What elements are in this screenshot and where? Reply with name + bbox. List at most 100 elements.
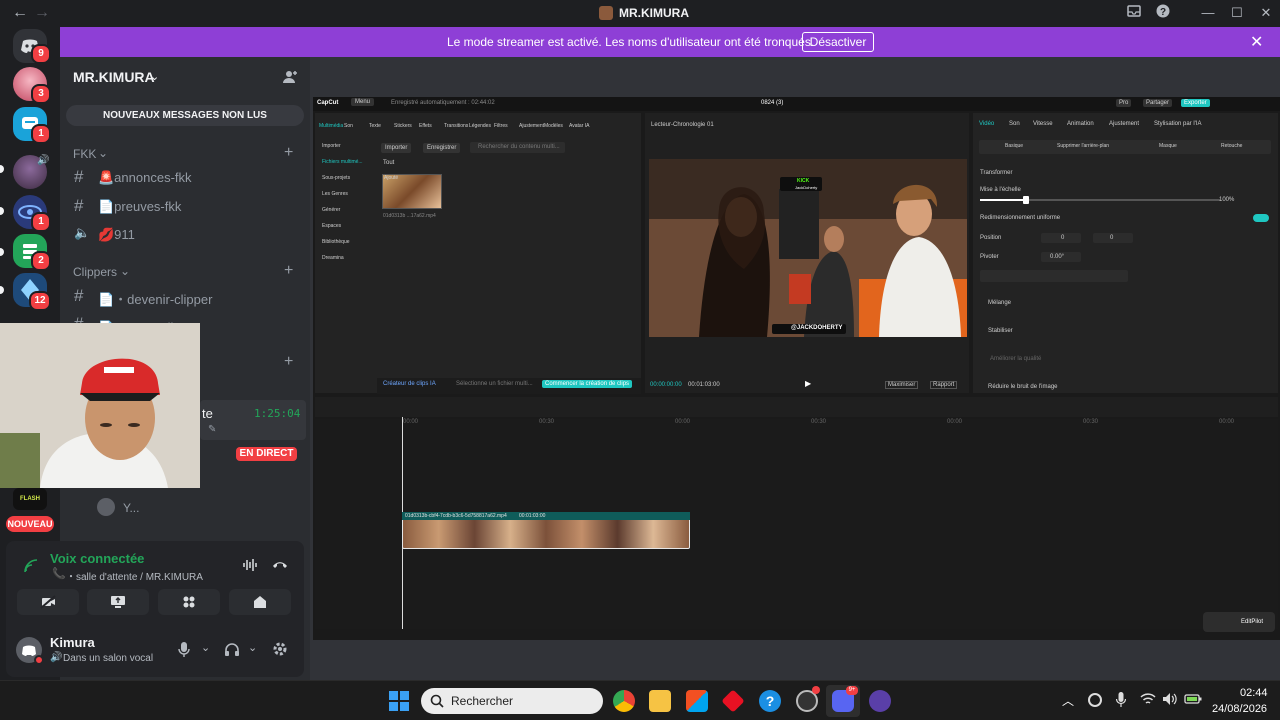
chevron-down-icon[interactable]: ⌄ bbox=[150, 70, 159, 83]
media-sidebar-item[interactable]: Générer bbox=[322, 207, 340, 213]
forward-button[interactable]: → bbox=[34, 4, 50, 22]
tool-tab[interactable]: Stickers bbox=[394, 123, 412, 129]
import-button[interactable]: Importer bbox=[381, 143, 412, 153]
help-app-icon[interactable]: ? bbox=[759, 690, 781, 712]
start-clips-button[interactable]: Commencer la création de clips bbox=[542, 380, 633, 388]
voice-channel-path[interactable]: ・salle d'attente / MR.KIMURA bbox=[66, 568, 203, 583]
tool-tab[interactable]: Modèles bbox=[544, 123, 563, 129]
pro-badge[interactable]: Pro bbox=[1116, 99, 1132, 107]
scale-slider-handle[interactable] bbox=[1023, 196, 1029, 204]
uniform-scale-toggle[interactable] bbox=[1253, 214, 1269, 222]
app-icon-red[interactable] bbox=[721, 689, 745, 713]
property-subtab[interactable]: Basique bbox=[1005, 143, 1023, 149]
property-subtab[interactable]: Masque bbox=[1159, 143, 1177, 149]
voice-participant[interactable]: Y... bbox=[123, 501, 139, 515]
microphone-icon[interactable] bbox=[178, 642, 190, 663]
property-subtab[interactable]: Retouche bbox=[1221, 143, 1242, 149]
maximize-button[interactable]: ☐ bbox=[1227, 4, 1247, 22]
add-channel-icon[interactable]: + bbox=[284, 353, 293, 371]
battery-icon[interactable] bbox=[1184, 692, 1202, 711]
close-window-button[interactable]: ✕ bbox=[1256, 4, 1276, 22]
add-channel-icon[interactable]: + bbox=[284, 262, 293, 280]
all-filter[interactable]: Tout bbox=[383, 160, 394, 166]
media-sidebar-item[interactable]: Les Genres bbox=[322, 191, 348, 197]
disable-streamer-button[interactable]: Désactiver bbox=[802, 32, 874, 52]
server-icon-small[interactable]: FLASH bbox=[13, 488, 47, 510]
screen-share-button[interactable] bbox=[87, 589, 149, 615]
activities-button[interactable] bbox=[158, 589, 220, 615]
volume-icon[interactable] bbox=[1162, 692, 1178, 711]
wifi-icon[interactable] bbox=[1140, 692, 1156, 711]
media-sidebar-item[interactable]: Importer bbox=[322, 143, 341, 149]
export-button[interactable]: Exporter bbox=[1181, 99, 1210, 107]
property-tab[interactable]: Animation bbox=[1067, 121, 1094, 127]
headphones-icon[interactable] bbox=[224, 642, 240, 661]
record-button[interactable]: Enregistrer bbox=[423, 143, 461, 153]
category-fkk[interactable]: FKK bbox=[73, 147, 96, 161]
minimize-button[interactable]: — bbox=[1198, 4, 1218, 22]
editpilot-button[interactable] bbox=[1203, 612, 1275, 632]
inbox-icon[interactable] bbox=[1124, 4, 1144, 22]
server-name[interactable]: MR.KIMURA bbox=[73, 69, 155, 85]
property-tab[interactable]: Vitesse bbox=[1033, 121, 1053, 127]
category-clippers[interactable]: Clippers bbox=[73, 265, 117, 279]
property-subtab[interactable]: Supprimer l'arrière-plan bbox=[1057, 143, 1109, 149]
back-button[interactable]: ← bbox=[12, 4, 28, 22]
property-tab[interactable]: Vidéo bbox=[979, 121, 994, 127]
align-buttons[interactable] bbox=[980, 270, 1128, 282]
username[interactable]: Kimura bbox=[50, 635, 95, 650]
chevron-down-icon[interactable]: ⌄ bbox=[201, 641, 210, 654]
share-button[interactable]: Partager bbox=[1143, 99, 1173, 107]
microphone-icon[interactable] bbox=[1115, 692, 1127, 713]
clip-creator-label[interactable]: Créateur de clips IA bbox=[383, 381, 436, 387]
tool-tab[interactable]: Multimédia bbox=[319, 123, 343, 129]
clock-date[interactable]: 24/08/2026 bbox=[1212, 703, 1267, 715]
clip-select-input[interactable]: Sélectionne un fichier multi... bbox=[456, 381, 533, 387]
add-channel-icon[interactable]: + bbox=[284, 144, 293, 162]
soundboard-button[interactable] bbox=[229, 589, 291, 615]
property-tab[interactable]: Son bbox=[1009, 121, 1020, 127]
tool-tab[interactable]: Légendes bbox=[469, 123, 491, 129]
voice-status[interactable]: Voix connectée bbox=[50, 551, 144, 566]
chevron-up-icon[interactable]: ︿ bbox=[1062, 692, 1074, 709]
property-tab[interactable]: Ajustement bbox=[1109, 121, 1139, 127]
tool-tab[interactable]: Texte bbox=[369, 123, 381, 129]
stabilize-label[interactable]: Stabiliser bbox=[988, 328, 1013, 334]
channel-devenir-clipper[interactable]: 📄・devenir-clipper bbox=[98, 289, 212, 308]
menu-button[interactable]: Menu bbox=[351, 98, 375, 106]
channel-preuves-fkk[interactable]: 📄preuves-fkk bbox=[98, 199, 181, 215]
tool-tab[interactable]: Effets bbox=[419, 123, 432, 129]
hidden-icons-icon[interactable] bbox=[1088, 693, 1102, 707]
noise-label[interactable]: Réduire le bruit de l'image bbox=[988, 384, 1058, 390]
chevron-down-icon[interactable]: ⌄ bbox=[248, 641, 257, 654]
new-messages-button[interactable]: NOUVEAUX MESSAGES NON LUS bbox=[66, 105, 304, 126]
media-sidebar-item[interactable]: Fichiers multimé... bbox=[322, 159, 363, 165]
close-icon[interactable]: ✕ bbox=[1250, 32, 1263, 52]
blend-label[interactable]: Mélange bbox=[988, 300, 1011, 306]
tool-tab[interactable]: Son bbox=[344, 123, 353, 129]
ratio-button[interactable]: Rapport bbox=[930, 381, 958, 389]
media-sidebar-item[interactable]: Bibliothèque bbox=[322, 239, 350, 245]
media-sidebar-item[interactable]: Dreamina bbox=[322, 255, 344, 261]
media-sidebar-item[interactable]: Sous-projets bbox=[322, 175, 350, 181]
store-icon[interactable] bbox=[686, 690, 708, 712]
scale-value[interactable]: 100% bbox=[1219, 197, 1234, 203]
maximize-button[interactable]: Maximiser bbox=[885, 381, 919, 389]
media-sidebar-item[interactable]: Espaces bbox=[322, 223, 341, 229]
tool-tab[interactable]: Filtres bbox=[494, 123, 508, 129]
file-explorer-icon[interactable] bbox=[649, 690, 671, 712]
tool-tab[interactable]: Transitions bbox=[444, 123, 468, 129]
property-tab[interactable]: Stylisation par l'IA bbox=[1154, 121, 1202, 127]
tool-tab[interactable]: Ajustement bbox=[519, 123, 544, 129]
media-player-icon[interactable] bbox=[869, 690, 891, 712]
channel-annonces-fkk[interactable]: 🚨annonces-fkk bbox=[98, 170, 192, 186]
play-icon[interactable]: ▶ bbox=[805, 379, 811, 388]
clock-time[interactable]: 02:44 bbox=[1240, 687, 1268, 699]
soundboard-icon[interactable] bbox=[242, 557, 258, 578]
gear-icon[interactable] bbox=[272, 641, 288, 662]
transform-label[interactable]: Transformer bbox=[980, 170, 1012, 176]
help-icon[interactable]: ? bbox=[1153, 4, 1173, 22]
voice-channel-911[interactable]: 💋911 bbox=[98, 227, 135, 243]
chrome-icon[interactable] bbox=[613, 690, 635, 712]
disconnect-icon[interactable] bbox=[272, 558, 288, 577]
